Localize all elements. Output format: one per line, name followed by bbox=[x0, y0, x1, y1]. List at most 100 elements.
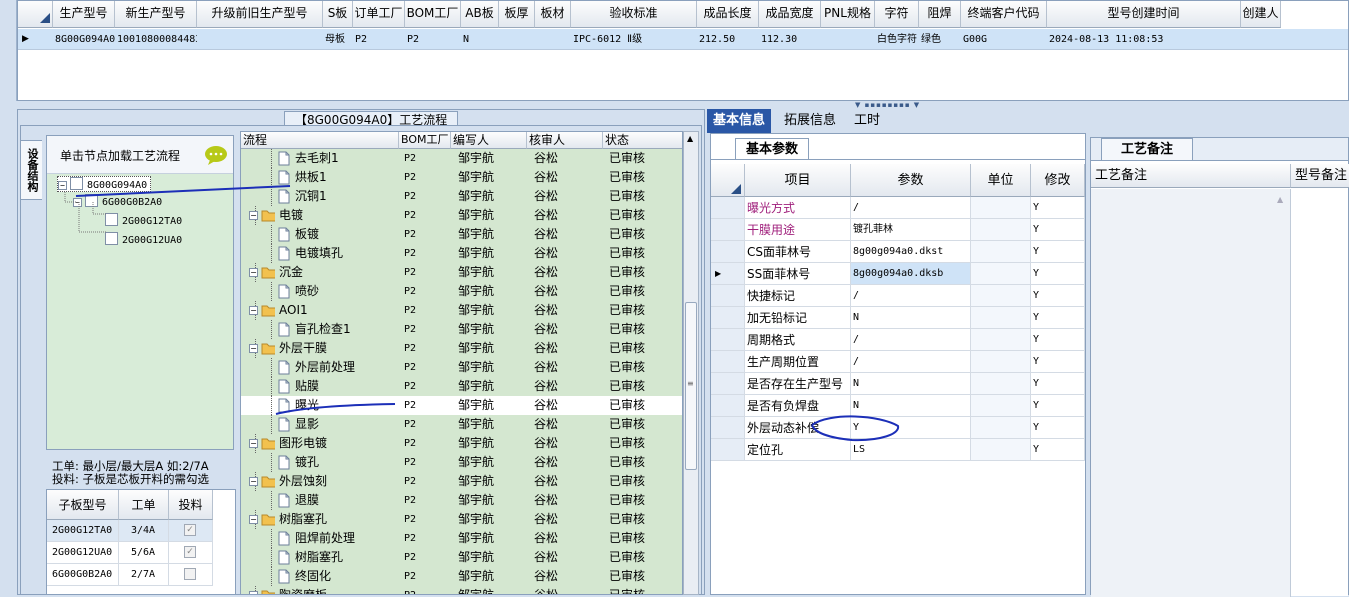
param-edit-flag[interactable]: Y bbox=[1031, 351, 1085, 373]
table-cell[interactable]: 2G00G12UA0 bbox=[47, 542, 119, 564]
flow-row[interactable]: − 外层蚀刻 P2 邹宇航 谷松 已审核 bbox=[241, 472, 682, 491]
param-unit[interactable] bbox=[971, 285, 1031, 307]
sub-board-grid[interactable]: 子板型号 工单 投料 2G00G12TA0 3/4A ✓ 2G00G12UA0 … bbox=[46, 489, 236, 595]
param-value[interactable]: / bbox=[851, 351, 971, 373]
board-tree[interactable]: 单击节点加载工艺流程 −8G00G094A0 −6G00G0B2A0 2G00G… bbox=[46, 135, 234, 450]
table-cell[interactable]: IPC-6012 Ⅱ级 bbox=[573, 29, 697, 49]
param-unit[interactable] bbox=[971, 373, 1031, 395]
param-edit-flag[interactable]: Y bbox=[1031, 373, 1085, 395]
column-header[interactable]: 型号备注 bbox=[1291, 164, 1349, 188]
flow-row[interactable]: 沉铜1 P2 邹宇航 谷松 已审核 bbox=[241, 187, 682, 206]
flow-row[interactable]: 喷砂 P2 邹宇航 谷松 已审核 bbox=[241, 282, 682, 301]
column-header[interactable]: 生产型号 bbox=[53, 1, 115, 28]
scroll-up-icon[interactable]: ▲ bbox=[687, 134, 693, 143]
tab-device-structure[interactable]: 设备结构 bbox=[20, 140, 42, 200]
param-edit-flag[interactable]: Y bbox=[1031, 197, 1085, 219]
param-value[interactable]: LS bbox=[851, 439, 971, 461]
collapse-icon[interactable]: − bbox=[249, 477, 258, 486]
param-unit[interactable] bbox=[971, 439, 1031, 461]
column-header[interactable]: 型号创建时间 bbox=[1047, 1, 1241, 28]
table-cell[interactable]: 2024-08-13 11:08:53 bbox=[1049, 29, 1241, 49]
column-header[interactable]: 工艺备注 bbox=[1091, 164, 1291, 188]
flow-row[interactable]: 电镀填孔 P2 邹宇航 谷松 已审核 bbox=[241, 244, 682, 263]
scroll-up-icon[interactable]: ▲ bbox=[1277, 195, 1283, 204]
collapse-icon[interactable]: − bbox=[249, 439, 258, 448]
table-cell[interactable]: 白色字符 bbox=[877, 29, 919, 49]
column-header[interactable]: BOM工厂 bbox=[405, 1, 461, 28]
column-header[interactable]: 项目 bbox=[745, 164, 851, 197]
param-value[interactable]: 8g00g094a0.dkst bbox=[851, 241, 971, 263]
table-cell[interactable]: G00G bbox=[963, 29, 1047, 49]
flow-row[interactable]: − 图形电镀 P2 邹宇航 谷松 已审核 bbox=[241, 434, 682, 453]
table-cell[interactable]: ✓ bbox=[169, 542, 213, 564]
notes-text-area[interactable]: ▲ bbox=[1091, 189, 1291, 597]
tab-basic-info[interactable]: 基本信息 bbox=[707, 109, 772, 133]
table-cell[interactable]: 5/6A bbox=[119, 542, 169, 564]
table-cell[interactable]: N bbox=[463, 29, 499, 49]
param-edit-flag[interactable]: Y bbox=[1031, 307, 1085, 329]
column-header[interactable]: 创建人 bbox=[1241, 1, 1281, 28]
flow-row[interactable]: 曝光 P2 邹宇航 谷松 已审核 bbox=[241, 396, 682, 415]
flow-row[interactable]: − 陶瓷磨板 P2 邹宇航 谷松 已审核 bbox=[241, 586, 682, 594]
table-cell[interactable]: 8G00G094A0 bbox=[55, 29, 115, 49]
param-edit-flag[interactable]: Y bbox=[1031, 241, 1085, 263]
grid-corner[interactable] bbox=[18, 1, 53, 28]
column-header[interactable]: S板 bbox=[323, 1, 353, 28]
flow-row[interactable]: 终固化 P2 邹宇航 谷松 已审核 bbox=[241, 567, 682, 586]
flow-row[interactable]: − 电镀 P2 邹宇航 谷松 已审核 bbox=[241, 206, 682, 225]
table-cell[interactable]: 10010800084483 bbox=[117, 29, 197, 49]
tab-work-hours[interactable]: 工时 bbox=[848, 109, 886, 133]
table-cell[interactable]: 绿色 bbox=[921, 29, 961, 49]
param-unit[interactable] bbox=[971, 395, 1031, 417]
column-header[interactable]: 核审人 bbox=[527, 132, 603, 149]
flow-scrollbar[interactable]: ▲ ≡ bbox=[683, 131, 699, 595]
param-value[interactable]: / bbox=[851, 329, 971, 351]
flow-row[interactable]: 板镀 P2 邹宇航 谷松 已审核 bbox=[241, 225, 682, 244]
collapse-icon[interactable]: − bbox=[249, 211, 258, 220]
table-cell[interactable]: 3/4A bbox=[119, 520, 169, 542]
param-edit-flag[interactable]: Y bbox=[1031, 263, 1085, 285]
row-header[interactable] bbox=[711, 351, 745, 373]
flow-row[interactable]: 镀孔 P2 邹宇航 谷松 已审核 bbox=[241, 453, 682, 472]
param-edit-flag[interactable]: Y bbox=[1031, 219, 1085, 241]
column-header[interactable]: 单位 bbox=[971, 164, 1031, 197]
collapse-icon[interactable]: − bbox=[249, 306, 258, 315]
row-header[interactable] bbox=[711, 307, 745, 329]
scroll-thumb[interactable]: ≡ bbox=[685, 302, 697, 470]
table-cell[interactable]: 母板 bbox=[325, 29, 353, 49]
tab-extended-info[interactable]: 拓展信息 bbox=[778, 109, 842, 133]
column-header[interactable]: 订单工厂 bbox=[353, 1, 405, 28]
flow-row[interactable]: − AOI1 P2 邹宇航 谷松 已审核 bbox=[241, 301, 682, 320]
param-unit[interactable] bbox=[971, 241, 1031, 263]
param-edit-flag[interactable]: Y bbox=[1031, 329, 1085, 351]
row-header[interactable] bbox=[711, 219, 745, 241]
column-header[interactable]: BOM工厂 bbox=[399, 132, 451, 149]
column-header[interactable]: 字符 bbox=[875, 1, 919, 28]
param-unit[interactable] bbox=[971, 417, 1031, 439]
subtab-basic-params[interactable]: 基本参数 bbox=[735, 138, 810, 160]
param-value[interactable]: / bbox=[851, 197, 971, 219]
column-header[interactable]: 验收标准 bbox=[571, 1, 697, 28]
flow-row[interactable]: 退膜 P2 邹宇航 谷松 已审核 bbox=[241, 491, 682, 510]
row-header[interactable] bbox=[711, 395, 745, 417]
column-header[interactable]: 成品长度 bbox=[697, 1, 759, 28]
param-value[interactable]: N bbox=[851, 395, 971, 417]
param-unit[interactable] bbox=[971, 263, 1031, 285]
flow-row[interactable]: 阻焊前处理 P2 邹宇航 谷松 已审核 bbox=[241, 529, 682, 548]
flow-row[interactable]: 显影 P2 邹宇航 谷松 已审核 bbox=[241, 415, 682, 434]
row-header[interactable]: ▶ bbox=[711, 263, 745, 285]
flow-row[interactable]: 去毛刺1 P2 邹宇航 谷松 已审核 bbox=[241, 149, 682, 168]
notes-grid[interactable]: 工艺备注 型号备注 ▲ bbox=[1091, 160, 1349, 597]
flow-row[interactable]: − 沉金 P2 邹宇航 谷松 已审核 bbox=[241, 263, 682, 282]
grid-corner[interactable] bbox=[711, 164, 745, 197]
collapse-icon[interactable]: − bbox=[249, 591, 258, 594]
table-cell[interactable]: ✓ bbox=[169, 520, 213, 542]
tab-process-notes[interactable]: 工艺备注 bbox=[1101, 138, 1193, 160]
flow-row[interactable]: 盲孔检查1 P2 邹宇航 谷松 已审核 bbox=[241, 320, 682, 339]
column-header[interactable]: 成品宽度 bbox=[759, 1, 821, 28]
column-header[interactable]: 工单 bbox=[119, 490, 169, 520]
param-value[interactable]: Y bbox=[851, 417, 971, 439]
checkbox-checked-icon[interactable]: ✓ bbox=[184, 546, 196, 558]
column-header[interactable]: 新生产型号 bbox=[115, 1, 197, 28]
table-cell[interactable]: 2/7A bbox=[119, 564, 169, 586]
